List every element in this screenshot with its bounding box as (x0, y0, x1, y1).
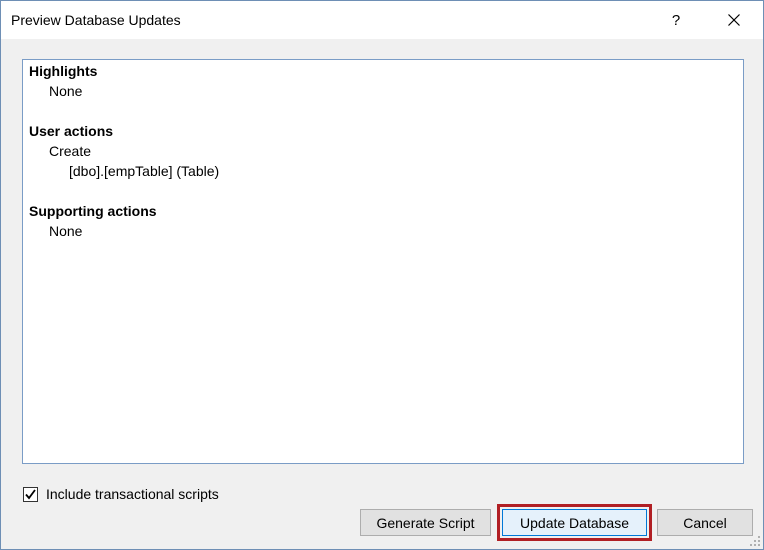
checkmark-icon (25, 488, 36, 499)
section-item: None (49, 223, 83, 239)
close-button[interactable] (711, 1, 757, 39)
help-button[interactable]: ? (653, 1, 699, 39)
dialog-title: Preview Database Updates (11, 12, 181, 28)
help-label: ? (671, 11, 681, 29)
section-user-actions: User actions Create [dbo].[empTable] (Ta… (29, 121, 219, 181)
preview-panel[interactable]: Highlights None User actions Create [dbo… (22, 59, 744, 464)
close-icon (728, 14, 740, 26)
resize-grip-icon[interactable] (749, 535, 761, 547)
include-transactional-checkbox[interactable] (23, 486, 38, 502)
include-transactional-label: Include transactional scripts (46, 486, 219, 502)
section-item: [dbo].[empTable] (Table) (69, 163, 220, 179)
title-bar[interactable]: Preview Database Updates ? (1, 1, 763, 39)
section-title: Supporting actions (29, 203, 157, 219)
include-transactional-option[interactable]: Include transactional scripts (23, 484, 219, 504)
generate-script-button[interactable]: Generate Script (360, 509, 491, 536)
section-item: Create (49, 143, 92, 159)
section-title: User actions (29, 123, 114, 139)
section-supporting-actions: Supporting actions None (29, 201, 157, 241)
section-highlights: Highlights None (29, 61, 97, 101)
update-database-label: Update Database (520, 514, 629, 531)
section-title: Highlights (29, 63, 98, 79)
cancel-button[interactable]: Cancel (657, 509, 753, 536)
section-item: None (49, 83, 83, 99)
dialog-window: Preview Database Updates ? Highlights No… (0, 0, 764, 550)
update-database-button[interactable]: Update Database (502, 509, 647, 536)
